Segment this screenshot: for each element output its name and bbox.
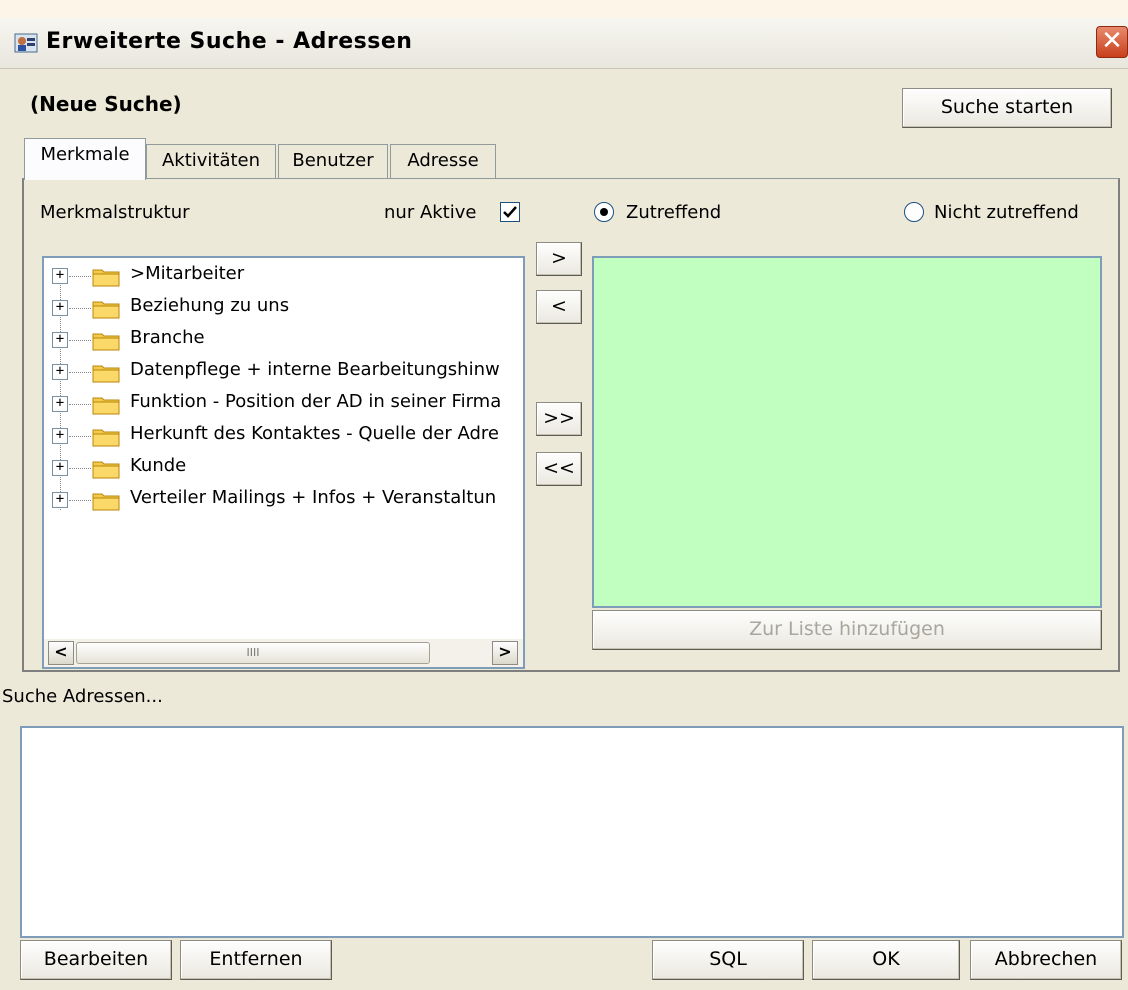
tree-connector [69, 276, 91, 277]
remove-all-button[interactable]: << [536, 452, 582, 486]
expand-icon[interactable]: + [52, 268, 68, 284]
add-to-list-label: Zur Liste hinzufügen [749, 618, 945, 640]
remove-label: Entfernen [209, 948, 303, 970]
folder-icon [92, 301, 120, 319]
scroll-thumb-grip: IIII [246, 646, 260, 659]
expand-icon[interactable]: + [52, 364, 68, 380]
tree-item[interactable]: + Beziehung zu uns [44, 292, 523, 324]
folder-icon [92, 333, 120, 351]
sql-label: SQL [709, 948, 747, 970]
tree-item[interactable]: + Herkunft des Kontaktes - Quelle der Adr… [44, 420, 523, 452]
folder-icon [92, 493, 120, 511]
tree-item-label: Verteiler Mailings + Infos + Veranstaltu… [130, 487, 497, 508]
remove-one-label: < [551, 295, 567, 317]
expand-icon[interactable]: + [52, 396, 68, 412]
feature-tree[interactable]: + >Mitarbeiter + Beziehung zu uns + Branche + D… [42, 256, 525, 669]
tree-item-label: Beziehung zu uns [130, 295, 290, 316]
selected-features-list[interactable] [592, 256, 1102, 608]
checkmark-icon [503, 206, 517, 218]
remove-button[interactable]: Entfernen [180, 940, 332, 980]
tree-item-label: Herkunft des Kontaktes - Quelle der Adre [130, 423, 499, 444]
tab-merkmale[interactable]: Merkmale [24, 138, 146, 180]
edit-button[interactable]: Bearbeiten [20, 940, 172, 980]
folder-icon [92, 397, 120, 415]
scroll-thumb[interactable]: IIII [76, 642, 430, 664]
tab-aktivitaeten[interactable]: Aktivitäten [146, 144, 276, 178]
tree-item[interactable]: + >Mitarbeiter [44, 260, 523, 292]
search-results-box[interactable] [20, 726, 1124, 938]
tree-item-label: Kunde [130, 455, 187, 476]
tab-benutzer-label: Benutzer [292, 150, 374, 171]
tree-item[interactable]: + Verteiler Mailings + Infos + Veranstalt… [44, 484, 523, 516]
horizontal-scrollbar[interactable]: < IIII > [44, 639, 523, 667]
ok-button[interactable]: OK [812, 940, 960, 980]
expand-icon[interactable]: + [52, 428, 68, 444]
app-icon [14, 33, 38, 53]
sql-button[interactable]: SQL [652, 940, 804, 980]
tree-connector [69, 372, 91, 373]
expand-icon[interactable]: + [52, 460, 68, 476]
cancel-label: Abbrechen [994, 948, 1098, 970]
expand-icon[interactable]: + [52, 300, 68, 316]
results-label: Suche Adressen... [2, 686, 163, 707]
tree-item[interactable]: + Datenpflege + interne Bearbeitungshinw [44, 356, 523, 388]
close-button[interactable]: ✕ [1096, 26, 1128, 58]
tree-item-label: Branche [130, 327, 205, 348]
tree-item[interactable]: + Kunde [44, 452, 523, 484]
tree-item[interactable]: + Funktion - Position der AD in seiner Fi… [44, 388, 523, 420]
add-all-button[interactable]: >> [536, 402, 582, 436]
tree-item-label: Datenpflege + interne Bearbeitungshinw [130, 359, 500, 380]
tree-item-label: Funktion - Position der AD in seiner Fir… [130, 391, 502, 412]
cancel-button[interactable]: Abbrechen [970, 940, 1122, 980]
start-search-button[interactable]: Suche starten [902, 88, 1112, 128]
edit-label: Bearbeiten [43, 948, 149, 970]
expand-icon[interactable]: + [52, 492, 68, 508]
radio-matching[interactable] [594, 202, 614, 222]
folder-icon [92, 461, 120, 479]
add-one-button[interactable]: > [536, 242, 582, 276]
only-active-checkbox[interactable] [500, 202, 520, 222]
radio-dot [600, 208, 608, 216]
scroll-left-button[interactable]: < [48, 641, 74, 665]
tab-adresse-label: Adresse [407, 150, 479, 171]
tree-connector [69, 468, 91, 469]
only-active-label: nur Aktive [384, 202, 477, 223]
title-bar: Erweiterte Suche - Adressen ✕ [0, 18, 1128, 69]
tree-connector [69, 404, 91, 405]
search-dialog: Erweiterte Suche - Adressen ✕ (Neue Such… [0, 18, 1128, 990]
add-to-list-button[interactable]: Zur Liste hinzufügen [592, 610, 1102, 650]
folder-icon [92, 269, 120, 287]
tree-connector [69, 436, 91, 437]
tree-connector [69, 308, 91, 309]
structure-label: Merkmalstruktur [40, 202, 190, 223]
tab-benutzer[interactable]: Benutzer [278, 144, 388, 178]
add-one-label: > [551, 247, 567, 269]
search-name: (Neue Suche) [30, 92, 182, 116]
window-title: Erweiterte Suche - Adressen [46, 29, 413, 54]
radio-matching-label: Zutreffend [626, 202, 722, 223]
expand-icon[interactable]: + [52, 332, 68, 348]
radio-not-matching[interactable] [904, 202, 924, 222]
tab-adresse[interactable]: Adresse [390, 144, 496, 178]
radio-not-matching-label: Nicht zutreffend [934, 202, 1079, 223]
scroll-right-button[interactable]: > [492, 641, 518, 665]
remove-all-label: << [543, 457, 575, 479]
tab-aktivitaeten-label: Aktivitäten [161, 150, 261, 171]
ok-label: OK [872, 948, 900, 970]
tab-merkmale-label: Merkmale [40, 144, 130, 165]
folder-icon [92, 429, 120, 447]
folder-icon [92, 365, 120, 383]
remove-one-button[interactable]: < [536, 290, 582, 324]
add-all-label: >> [543, 407, 575, 429]
tree-item[interactable]: + Branche [44, 324, 523, 356]
tree-connector [69, 500, 91, 501]
tree-item-label: >Mitarbeiter [130, 263, 245, 284]
start-search-label: Suche starten [940, 96, 1074, 118]
tree-connector [69, 340, 91, 341]
